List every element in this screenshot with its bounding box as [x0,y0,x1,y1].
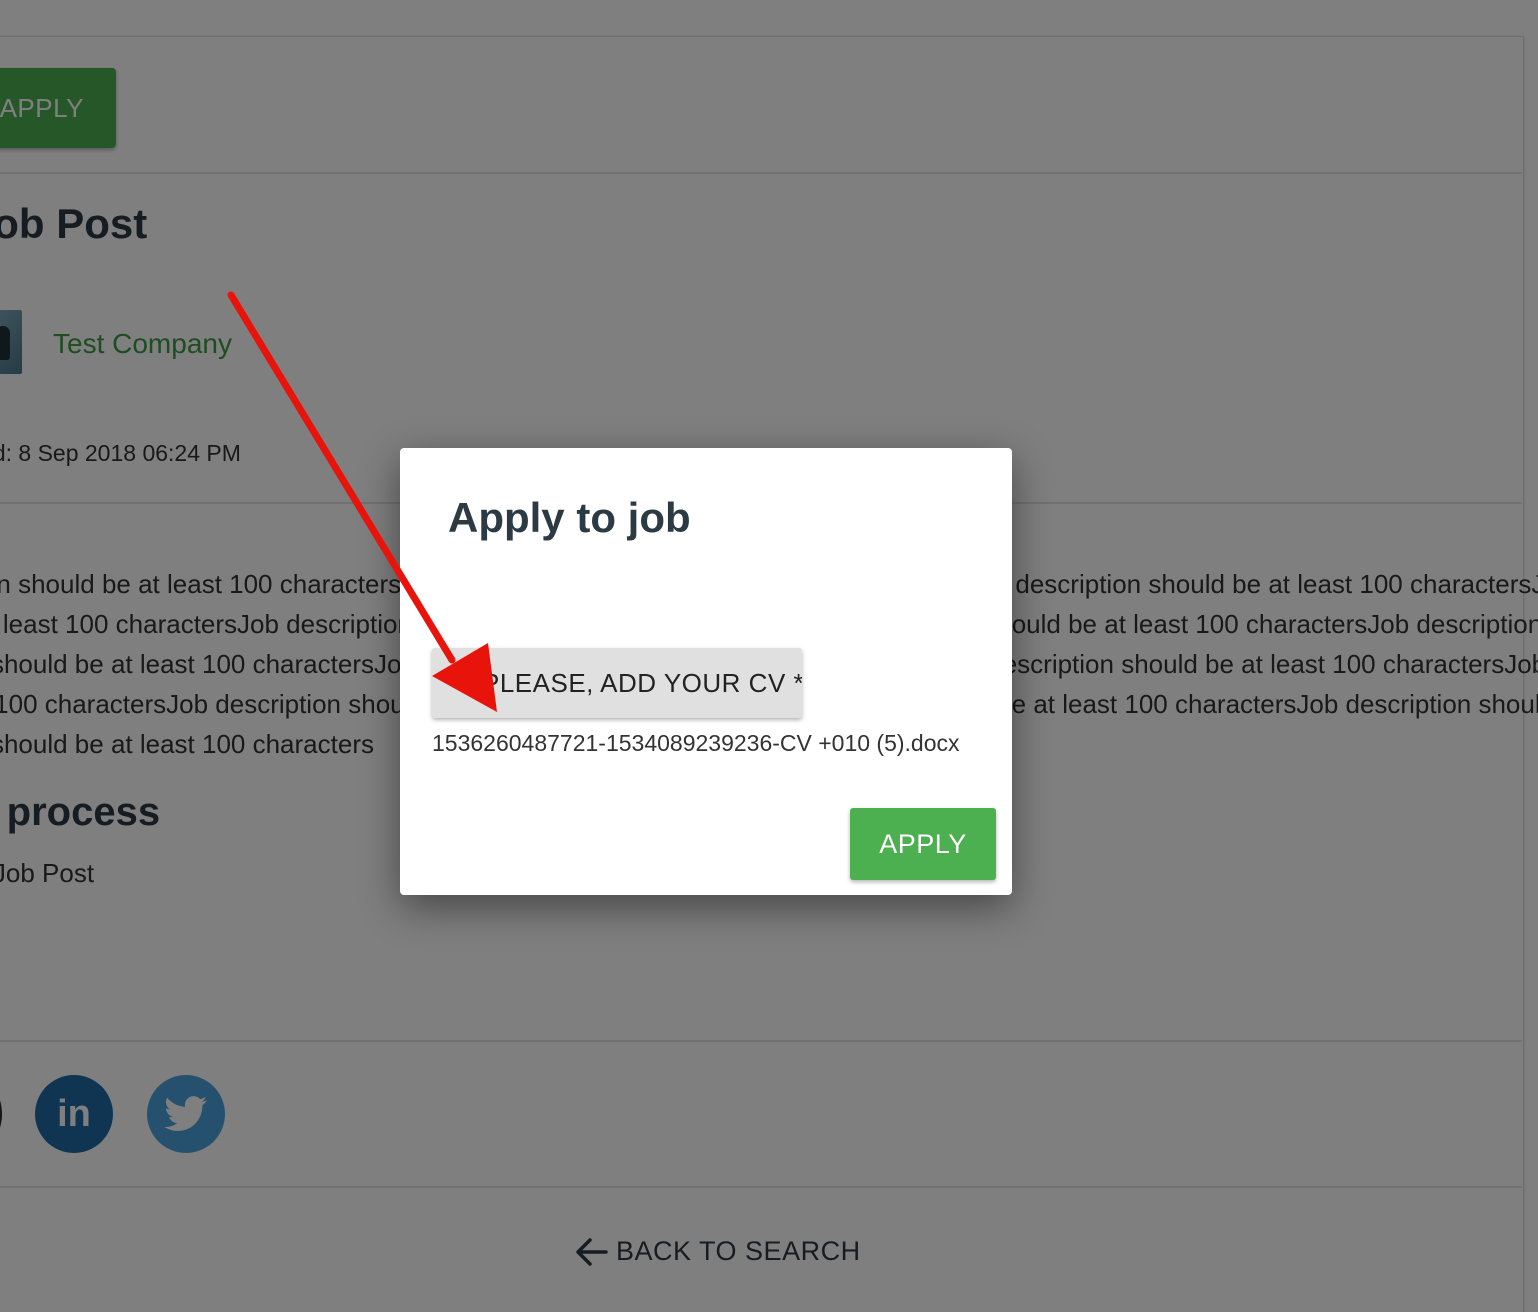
add-cv-button[interactable]: PLEASE, ADD YOUR CV * [432,648,802,718]
dialog-title: Apply to job [448,494,691,541]
dialog-apply-button[interactable]: APPLY [850,808,996,880]
job-post-page: APPLY Test Job Post Test Company Posted:… [0,0,1538,1312]
uploaded-file-name: 1536260487721-1534089239236-CV +010 (5).… [432,730,960,756]
